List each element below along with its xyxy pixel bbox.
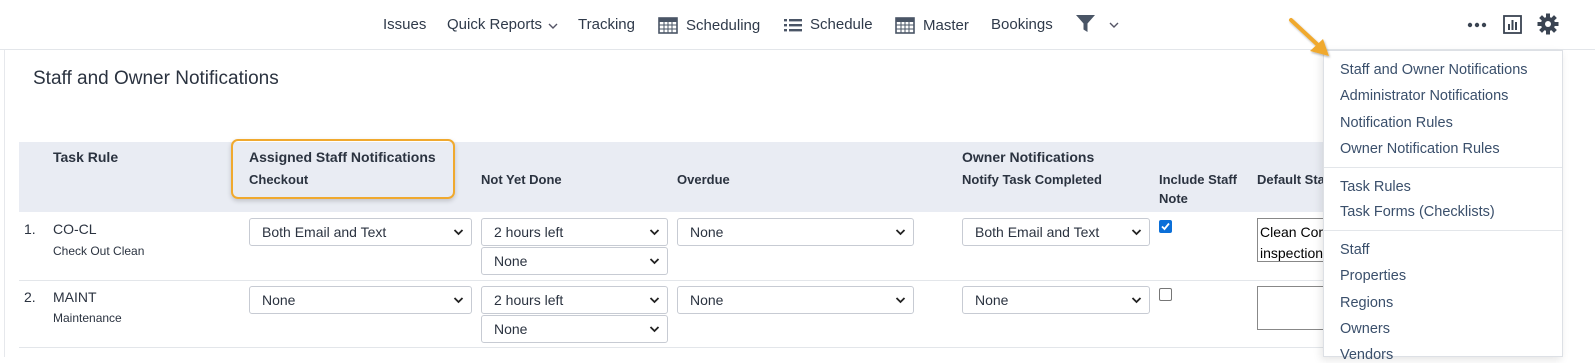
nav-issues-label: Issues	[383, 16, 427, 33]
header-owner-notifications: Owner Notifications	[962, 149, 1095, 165]
menu-item-staff-owner-notifications[interactable]: Staff and Owner Notifications	[1340, 62, 1528, 78]
nav-schedule-label: Schedule	[810, 16, 873, 33]
row-1-task-name: Check Out Clean	[53, 244, 145, 258]
menu-item-properties[interactable]: Properties	[1340, 268, 1406, 284]
menu-item-administrator-notifications[interactable]: Administrator Notifications	[1340, 88, 1508, 104]
nav-master[interactable]: Master	[895, 16, 969, 34]
menu-divider	[1324, 167, 1562, 168]
nav-scheduling[interactable]: Scheduling	[658, 16, 760, 34]
calendar-icon	[658, 17, 678, 34]
chevron-down-icon	[453, 297, 464, 304]
row-divider	[19, 280, 1349, 281]
row-2-include-staff-note-checkbox[interactable]	[1159, 288, 1172, 301]
row-2-notify-completed-select[interactable]: None	[962, 286, 1150, 314]
menu-divider	[1324, 230, 1562, 231]
row-2-not-yet-done-value-1: 2 hours left	[494, 292, 564, 308]
header-default-staff-note: Default Staf	[1257, 172, 1330, 187]
menu-item-task-rules[interactable]: Task Rules	[1340, 179, 1411, 195]
header-notify-task-completed: Notify Task Completed	[962, 172, 1102, 187]
row-2-overdue-value: None	[690, 292, 724, 308]
page-title: Staff and Owner Notifications	[33, 68, 279, 89]
header-not-yet-done: Not Yet Done	[481, 172, 562, 187]
row-1-number: 1.	[24, 221, 36, 237]
chevron-down-icon	[649, 258, 660, 265]
filter-icon	[1076, 15, 1095, 32]
row-2-not-yet-done-select-2[interactable]: None	[481, 315, 668, 343]
checkmark-icon	[1161, 222, 1170, 231]
row-2-notify-completed-value: None	[975, 292, 1009, 308]
gear-icon[interactable]	[1537, 13, 1559, 35]
nav-bookings[interactable]: Bookings	[991, 16, 1053, 33]
chevron-down-icon	[895, 297, 906, 304]
nav-schedule[interactable]: Schedule	[784, 16, 873, 33]
menu-item-notification-rules[interactable]: Notification Rules	[1340, 115, 1453, 131]
row-2-number: 2.	[24, 289, 36, 305]
row-1-task-code: CO-CL	[53, 221, 97, 237]
chevron-down-icon	[548, 23, 558, 29]
more-icon[interactable]	[1467, 22, 1487, 28]
bar-chart-icon[interactable]	[1503, 15, 1522, 34]
menu-item-regions[interactable]: Regions	[1340, 295, 1393, 311]
chevron-down-icon	[649, 297, 660, 304]
menu-item-task-forms[interactable]: Task Forms (Checklists)	[1340, 204, 1495, 220]
notifications-panel: Staff and Owner Notifications Task Rule …	[4, 50, 1349, 357]
header-task-rule: Task Rule	[53, 149, 119, 165]
chevron-down-icon	[649, 229, 660, 236]
row-1-not-yet-done-value-2: None	[494, 253, 528, 269]
row-1-notify-completed-value: Both Email and Text	[975, 224, 1100, 240]
nav-tracking[interactable]: Tracking	[578, 16, 635, 33]
header-overdue: Overdue	[677, 172, 730, 187]
calendar-icon	[895, 17, 915, 34]
settings-dropdown-menu: Staff and Owner Notifications Administra…	[1323, 50, 1563, 363]
row-1-checkout-value: Both Email and Text	[262, 224, 387, 240]
row-1-not-yet-done-select-1[interactable]: 2 hours left	[481, 218, 668, 246]
menu-item-owners[interactable]: Owners	[1340, 321, 1390, 337]
chevron-down-icon	[895, 229, 906, 236]
row-1-include-staff-note-checkbox[interactable]	[1159, 220, 1172, 233]
menu-item-owner-notification-rules[interactable]: Owner Notification Rules	[1340, 141, 1500, 157]
row-1-not-yet-done-value-1: 2 hours left	[494, 224, 564, 240]
header-include-staff-note-line2: Note	[1159, 191, 1188, 206]
nav-scheduling-label: Scheduling	[686, 16, 761, 34]
chevron-down-icon	[1131, 229, 1142, 236]
nav-tracking-label: Tracking	[578, 16, 635, 33]
row-divider	[19, 347, 1349, 348]
row-2-not-yet-done-value-2: None	[494, 321, 528, 337]
row-1-overdue-select[interactable]: None	[677, 218, 914, 246]
highlight-box	[231, 139, 455, 199]
row-2-checkout-value: None	[262, 292, 296, 308]
menu-item-vendors[interactable]: Vendors	[1340, 347, 1393, 363]
nav-master-label: Master	[923, 16, 969, 34]
chevron-down-icon	[649, 326, 660, 333]
header-include-staff-note-line1: Include Staff	[1159, 172, 1238, 187]
list-icon	[784, 18, 802, 31]
row-1-notify-completed-select[interactable]: Both Email and Text	[962, 218, 1150, 246]
filter-menu[interactable]	[1076, 15, 1119, 33]
row-2-task-name: Maintenance	[53, 311, 122, 325]
nav-bookings-label: Bookings	[991, 16, 1053, 33]
chevron-down-icon	[1109, 22, 1119, 28]
row-1-checkout-select[interactable]: Both Email and Text	[249, 218, 472, 246]
row-1-overdue-value: None	[690, 224, 724, 240]
row-2-task-code: MAINT	[53, 289, 97, 305]
nav-quick-reports-label: Quick Reports	[447, 16, 543, 33]
top-navigation: Issues Quick Reports Tracking Scheduling…	[0, 0, 1595, 50]
row-2-not-yet-done-select-1[interactable]: 2 hours left	[481, 286, 668, 314]
annotation-arrow-icon	[1289, 18, 1329, 56]
nav-quick-reports[interactable]: Quick Reports	[447, 16, 558, 33]
row-1-not-yet-done-select-2[interactable]: None	[481, 247, 668, 275]
chevron-down-icon	[1131, 297, 1142, 304]
nav-issues[interactable]: Issues	[383, 16, 426, 33]
row-2-checkout-select[interactable]: None	[249, 286, 472, 314]
menu-item-staff[interactable]: Staff	[1340, 242, 1370, 258]
row-2-overdue-select[interactable]: None	[677, 286, 914, 314]
chevron-down-icon	[453, 229, 464, 236]
